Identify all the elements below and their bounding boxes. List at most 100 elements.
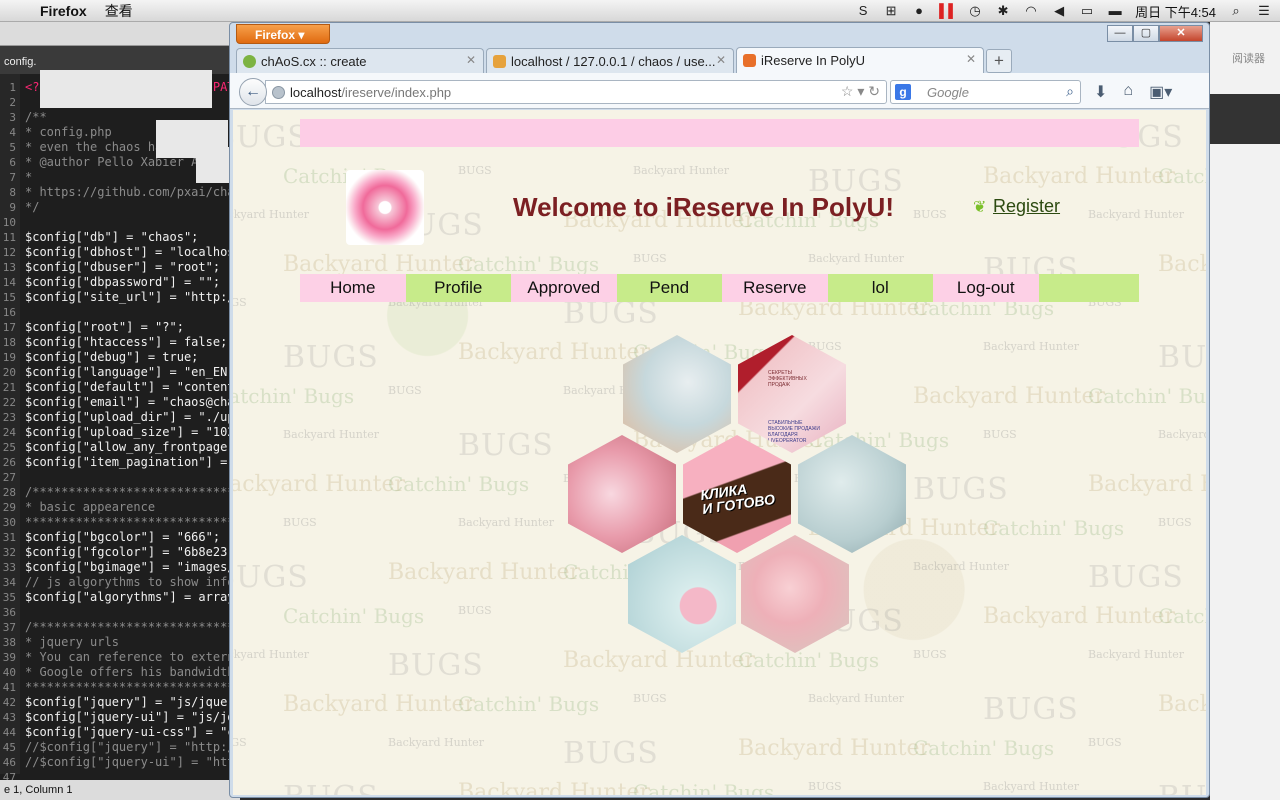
watermark-text: Catchin' Bugs	[283, 604, 425, 628]
url-bar[interactable]: localhost/ireserve/index.php ☆ ▾ ↻	[265, 80, 887, 104]
grid-icon[interactable]: ⊞	[883, 4, 899, 18]
watermark-text: Backyard Hunter	[283, 428, 379, 441]
reader-label[interactable]: 阅读器	[1232, 50, 1265, 66]
line-number: 10	[2, 216, 16, 229]
menu-view[interactable]: 查看	[105, 1, 133, 21]
code-line: $config["jquery"] = "js/jquer	[25, 695, 235, 709]
tab-phpmyadmin[interactable]: localhost / 127.0.0.1 / chaos / use... ✕	[486, 48, 734, 73]
code-line: $config["jquery-ui"] = "js/jq	[25, 710, 235, 724]
pause-icon[interactable]: ▌▌	[939, 4, 957, 18]
time-machine-icon[interactable]: ◷	[967, 4, 983, 18]
toolbar-icons: ⬇ ⌂ ▣▾	[1094, 82, 1172, 102]
wifi-icon[interactable]: ◠	[1023, 4, 1039, 18]
tab-chaos-create[interactable]: chAoS.cx :: create ✕	[236, 48, 484, 73]
watermark-text: BUGS	[233, 560, 309, 595]
history-dropdown-icon[interactable]: ▾	[857, 83, 864, 99]
watermark-text: BUGS	[233, 120, 309, 155]
flower-logo	[346, 170, 424, 245]
skype-icon[interactable]: S	[855, 4, 871, 18]
watermark-text: Backyard Hunter	[283, 692, 475, 717]
line-number: 2	[9, 96, 16, 109]
menubar-clock[interactable]: 周日 下午4:54	[1135, 2, 1216, 21]
hex-image-pink-blossoms[interactable]	[568, 435, 676, 553]
watermark-text: Backyard Hunter	[1158, 692, 1206, 717]
flag-icon[interactable]: ▬	[1107, 4, 1123, 18]
menu-approved[interactable]: Approved	[511, 274, 617, 302]
watermark-text: Backyard Hunter	[983, 780, 1079, 793]
hex-image-ad-banner[interactable]: СЕКРЕТЫ ЭФФЕКТИВНЫХ ПРОДАЖ СТАБИЛЬНЫЕ ВЫ…	[738, 335, 846, 453]
watermark-text: Catchin' Bugs	[233, 384, 355, 408]
qq-icon[interactable]: ●	[911, 4, 927, 18]
site-identity-icon[interactable]	[272, 86, 285, 99]
hex-image-click-ready[interactable]: КЛИКА И ГОТОВО	[683, 435, 791, 553]
hex-image-blue-sky[interactable]	[798, 435, 906, 553]
reload-icon[interactable]: ↻	[868, 83, 880, 99]
new-tab-button[interactable]: +	[986, 49, 1012, 73]
menu-logout[interactable]: Log-out	[933, 274, 1039, 302]
code-line: * You can reference to extern	[25, 650, 235, 664]
watermark-text: Catchin' Bugs	[983, 516, 1125, 540]
firefox-menu-button[interactable]: Firefox ▾	[236, 24, 330, 44]
feather-icon: ❦	[973, 199, 987, 216]
editor-titlebar	[0, 22, 240, 46]
tab-ireserve[interactable]: iReserve In PolyU ✕	[736, 47, 984, 73]
back-button[interactable]: ←	[239, 78, 267, 106]
close-tab-icon[interactable]: ✕	[966, 52, 976, 66]
register-link[interactable]: Register	[993, 196, 1060, 216]
app-menu-firefox[interactable]: Firefox	[40, 3, 87, 19]
code-editor-window: config. 1 2 3 4 5 6 7 8 9 10 11 12 13 14 15 16 17 18 19 20 2…	[0, 22, 240, 800]
search-input[interactable]: g Google ⌕	[890, 80, 1081, 104]
watermark-text: Backyard Hunter	[633, 164, 729, 177]
menu-lol[interactable]: lol	[827, 274, 933, 302]
battery-icon[interactable]: ▭	[1079, 4, 1095, 18]
close-button[interactable]: ✕	[1159, 25, 1203, 42]
menu-home[interactable]: Home	[300, 274, 406, 302]
watermark-text: Catchin' Bugs	[913, 736, 1055, 760]
bluetooth-icon[interactable]: ✱	[995, 4, 1011, 18]
search-icon[interactable]: ⌕	[1066, 83, 1074, 100]
line-number: 36	[2, 606, 16, 619]
hex-image-dry-grass[interactable]	[623, 335, 731, 453]
menu-profile[interactable]: Profile	[405, 274, 511, 302]
url-path: /ireserve/index.php	[341, 85, 452, 100]
url-host: localhost	[290, 85, 342, 100]
code-line: $config["item_pagination"] =	[25, 455, 228, 469]
line-number: 26	[2, 456, 16, 469]
minimize-button[interactable]: —	[1107, 25, 1133, 42]
firefox-window: Firefox ▾ — ▢ ✕ chAoS.cx :: create ✕ loc…	[229, 22, 1210, 798]
spotlight-icon[interactable]: ⌕	[1228, 4, 1244, 18]
notification-icon[interactable]: ☰	[1256, 4, 1272, 18]
volume-icon[interactable]: ◀	[1051, 4, 1067, 18]
menu-pend[interactable]: Pend	[616, 274, 722, 302]
google-engine-icon[interactable]: g	[895, 84, 911, 100]
watermark-text: Catchin' Bugs	[388, 472, 530, 496]
home-icon[interactable]: ⌂	[1123, 82, 1133, 102]
watermark-text: BUGS	[1088, 560, 1184, 595]
close-tab-icon[interactable]: ✕	[466, 53, 476, 67]
bookmark-star-icon[interactable]: ☆	[841, 83, 854, 99]
tab-label: chAoS.cx :: create	[261, 54, 367, 69]
search-placeholder: Google	[927, 85, 969, 100]
hex-image-pink-flower[interactable]	[628, 535, 736, 653]
menu-reserve[interactable]: Reserve	[722, 274, 828, 302]
addon-icon[interactable]: ▣▾	[1149, 82, 1172, 102]
code-area[interactable]: <?php if ( ! defined('BASEPAT/*** config…	[25, 80, 240, 770]
watermark-text: BUGS	[458, 604, 492, 617]
line-number: 32	[2, 546, 16, 559]
line-number: 40	[2, 666, 16, 679]
line-number-gutter: 1 2 3 4 5 6 7 8 9 10 11 12 13 14 15 16 17 18 19 20 21 22 23 24 2…	[0, 74, 20, 799]
close-tab-icon[interactable]: ✕	[716, 53, 726, 67]
watermark-text: BUGS	[458, 164, 492, 177]
code-line: $config["htaccess"] = false;	[25, 335, 228, 349]
code-line: $config["default"] = "content	[25, 380, 235, 394]
code-line: $config["upload_dir"] = "./up	[25, 410, 235, 424]
background-toolbar	[1210, 94, 1280, 144]
watermark-text: Backyard Hunter	[1158, 428, 1206, 441]
code-line: $config["db"] = "chaos";	[25, 230, 199, 244]
watermark-text: Catchin' Bugs	[458, 692, 600, 716]
hex-image-cosmos[interactable]	[741, 535, 849, 653]
maximize-button[interactable]: ▢	[1133, 25, 1159, 42]
download-icon[interactable]: ⬇	[1094, 82, 1107, 102]
